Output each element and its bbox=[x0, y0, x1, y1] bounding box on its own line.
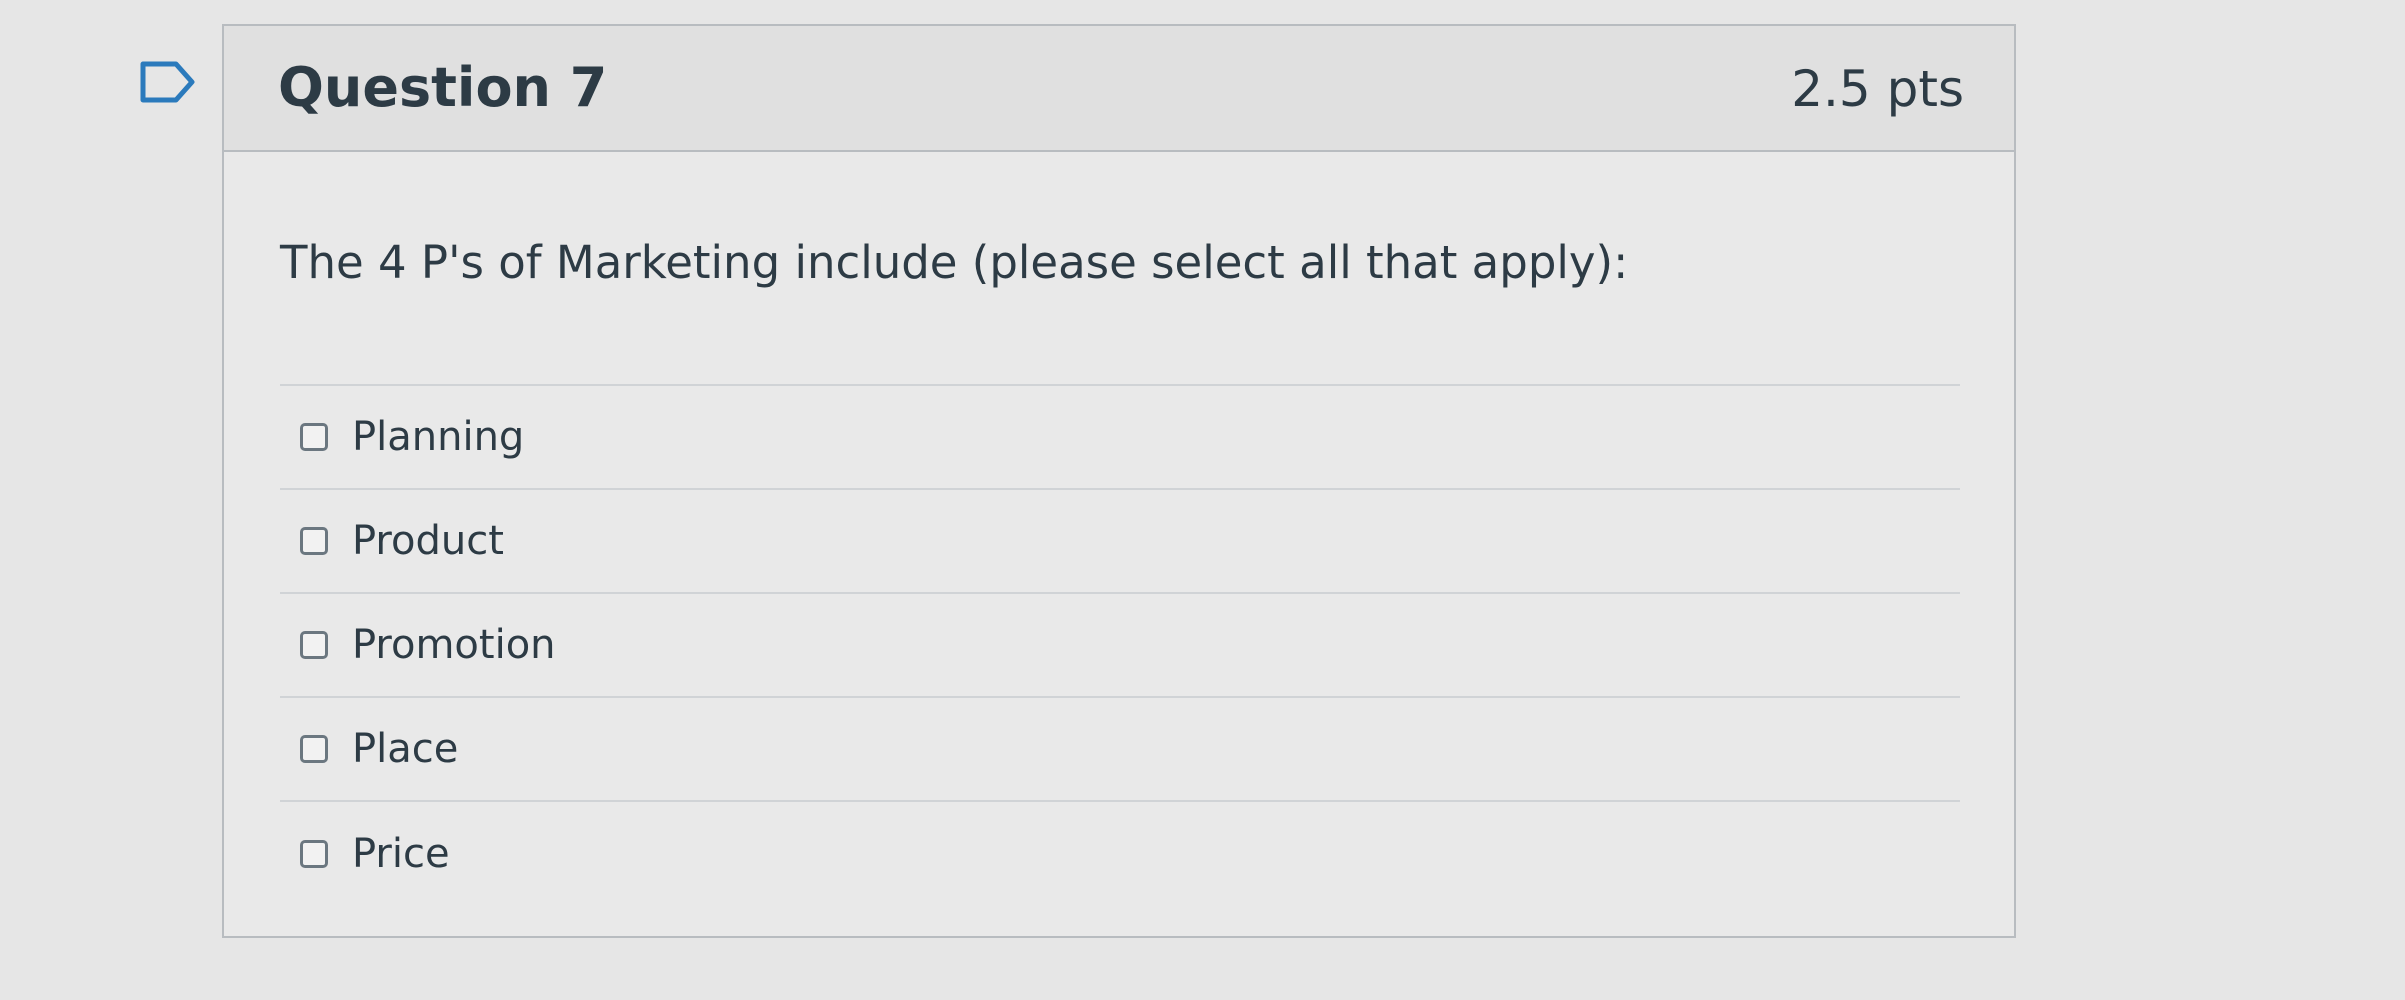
question-title: Question 7 bbox=[278, 56, 608, 119]
answer-option[interactable]: Product bbox=[280, 490, 1960, 594]
answer-option[interactable]: Place bbox=[280, 698, 1960, 802]
flag-question-icon[interactable] bbox=[140, 60, 196, 104]
answer-label[interactable]: Planning bbox=[352, 414, 524, 460]
answer-checkbox[interactable] bbox=[300, 735, 328, 763]
answer-label[interactable]: Price bbox=[352, 831, 450, 877]
answer-checkbox[interactable] bbox=[300, 840, 328, 868]
answer-list: Planning Product Promotion Place Price bbox=[280, 384, 1960, 906]
answer-checkbox[interactable] bbox=[300, 423, 328, 451]
question-header: Question 7 2.5 pts bbox=[224, 26, 2014, 152]
answer-option[interactable]: Price bbox=[280, 802, 1960, 906]
answer-option[interactable]: Planning bbox=[280, 386, 1960, 490]
answer-label[interactable]: Promotion bbox=[352, 622, 556, 668]
answer-checkbox[interactable] bbox=[300, 631, 328, 659]
question-text: The 4 P's of Marketing include (please s… bbox=[280, 236, 1629, 289]
question-points: 2.5 pts bbox=[1791, 60, 1964, 118]
question-card: Question 7 2.5 pts The 4 P's of Marketin… bbox=[222, 24, 2016, 938]
answer-label[interactable]: Product bbox=[352, 518, 504, 564]
answer-option[interactable]: Promotion bbox=[280, 594, 1960, 698]
answer-checkbox[interactable] bbox=[300, 527, 328, 555]
answer-label[interactable]: Place bbox=[352, 726, 458, 772]
